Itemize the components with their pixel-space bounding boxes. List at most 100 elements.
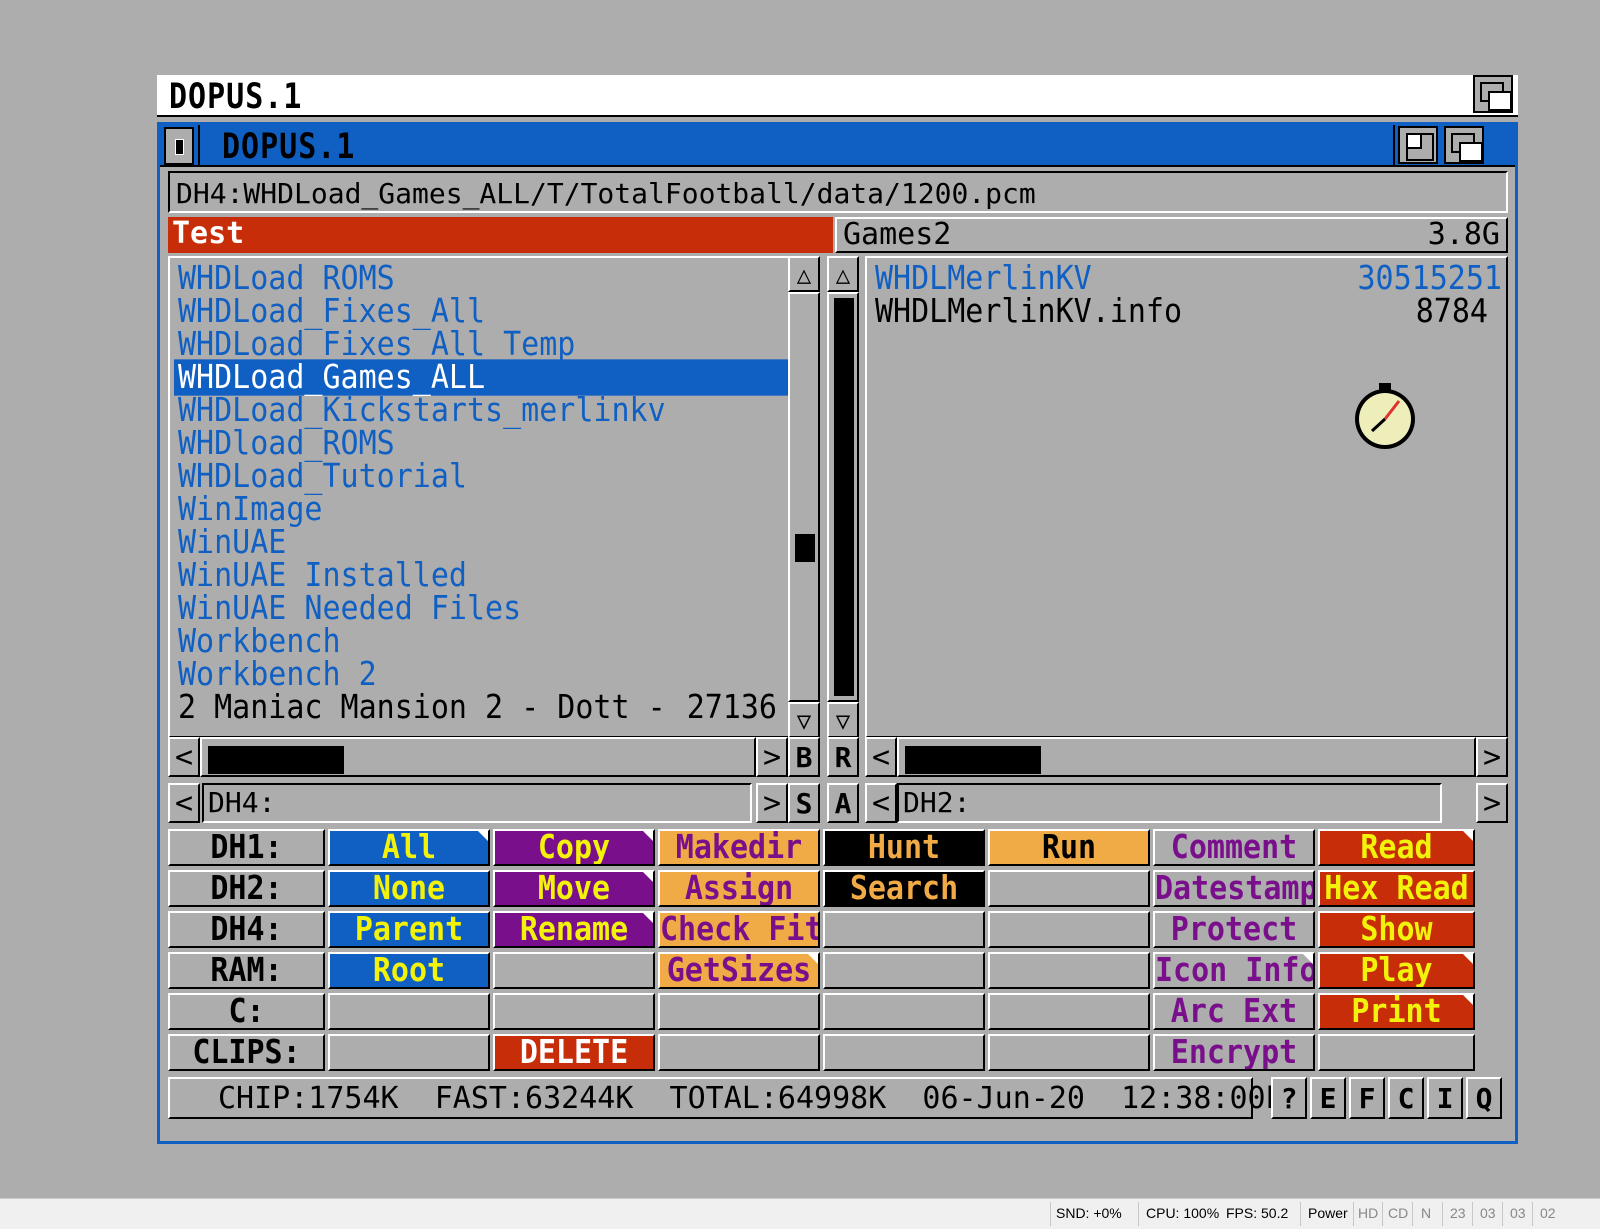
left-vscroll[interactable]: △ ▽ bbox=[788, 256, 820, 738]
zoom-icon[interactable] bbox=[1398, 126, 1438, 164]
reset-button[interactable]: R bbox=[827, 737, 859, 777]
copy-button[interactable]: Copy bbox=[493, 829, 655, 866]
left-hscroll-track[interactable] bbox=[200, 737, 756, 777]
run-button[interactable]: Run bbox=[988, 829, 1150, 866]
protect-button[interactable]: Protect bbox=[1153, 911, 1315, 948]
empty-button[interactable] bbox=[988, 870, 1150, 907]
left-hscroll-right-arrow-icon[interactable]: > bbox=[756, 737, 788, 777]
root-button[interactable]: Root bbox=[328, 952, 490, 989]
empty-button[interactable] bbox=[658, 1034, 820, 1071]
left-list-item[interactable]: WHDLoad_Games_ALL bbox=[174, 359, 791, 396]
left-list-item[interactable]: WinImage bbox=[174, 491, 791, 527]
status-button-c[interactable]: C bbox=[1388, 1077, 1424, 1119]
hunt-button[interactable]: Hunt bbox=[823, 829, 985, 866]
delete-button[interactable]: DELETE bbox=[493, 1034, 655, 1071]
clips-button[interactable]: CLIPS: bbox=[168, 1034, 325, 1071]
right-device-prev-icon[interactable]: < bbox=[865, 783, 897, 823]
left-list-item[interactable]: WinUAE Needed Files bbox=[174, 590, 791, 626]
dh4-button[interactable]: DH4: bbox=[168, 911, 325, 948]
hex-read-button[interactable]: Hex Read bbox=[1318, 870, 1475, 907]
status-button-f[interactable]: F bbox=[1349, 1077, 1385, 1119]
empty-button[interactable] bbox=[823, 911, 985, 948]
right-scroll-knob[interactable] bbox=[834, 298, 854, 696]
check-fit-button[interactable]: Check Fit bbox=[658, 911, 820, 948]
left-list-item[interactable]: WHDLoad ROMS bbox=[174, 260, 791, 296]
parent-button[interactable]: Parent bbox=[328, 911, 490, 948]
down-arrow-icon[interactable]: ▽ bbox=[827, 702, 859, 738]
right-device-next-icon[interactable]: > bbox=[1476, 783, 1508, 823]
right-hscroll-left-arrow-icon[interactable]: < bbox=[865, 737, 897, 777]
left-list-item[interactable]: WHDLoad_Fixes_All bbox=[174, 293, 791, 329]
dh2-button[interactable]: DH2: bbox=[168, 870, 325, 907]
left-list-item[interactable]: Workbench bbox=[174, 623, 791, 659]
close-icon[interactable] bbox=[164, 127, 194, 165]
none-button[interactable]: None bbox=[328, 870, 490, 907]
empty-button[interactable] bbox=[493, 993, 655, 1030]
encrypt-button[interactable]: Encrypt bbox=[1153, 1034, 1315, 1071]
status-button-q[interactable]: Q bbox=[1466, 1077, 1502, 1119]
empty-button[interactable] bbox=[658, 993, 820, 1030]
left-device-next-icon[interactable]: > bbox=[756, 783, 788, 823]
window-title-bar[interactable]: DOPUS.1 bbox=[160, 125, 1515, 167]
empty-button[interactable] bbox=[823, 1034, 985, 1071]
left-file-list[interactable]: WHDLoad ROMS WHDLoad_Fixes_All WHDLoad_Fix… bbox=[168, 256, 797, 738]
up-arrow-icon[interactable]: △ bbox=[788, 256, 820, 292]
empty-button[interactable] bbox=[328, 1034, 490, 1071]
c-button[interactable]: C: bbox=[168, 993, 325, 1030]
left-list-item[interactable]: WinUAE bbox=[174, 524, 791, 560]
empty-button[interactable] bbox=[988, 1034, 1150, 1071]
move-button[interactable]: Move bbox=[493, 870, 655, 907]
left-list-item[interactable]: WHDLoad_Fixes_All_Temp bbox=[174, 326, 791, 362]
right-scroll-track[interactable] bbox=[827, 292, 859, 702]
rename-button[interactable]: Rename bbox=[493, 911, 655, 948]
empty-button[interactable] bbox=[988, 952, 1150, 989]
right-hscroll-right-arrow-icon[interactable]: > bbox=[1476, 737, 1508, 777]
right-list-item[interactable]: WHDLMerlinKV.info 8784 bbox=[871, 293, 1502, 329]
empty-button[interactable] bbox=[988, 911, 1150, 948]
right-file-list[interactable]: WHDLMerlinKV 30515251 WHDLMerlinKV.info 878… bbox=[865, 256, 1508, 738]
screen-depth-icon[interactable] bbox=[1473, 75, 1513, 113]
print-button[interactable]: Print bbox=[1318, 993, 1475, 1030]
search-button[interactable]: Search bbox=[823, 870, 985, 907]
show-button[interactable]: Show bbox=[1318, 911, 1475, 948]
up-arrow-icon[interactable]: △ bbox=[827, 256, 859, 292]
all-button[interactable]: A bbox=[827, 783, 859, 823]
right-panel-header[interactable]: Games2 3.8G bbox=[835, 217, 1508, 253]
makedir-button[interactable]: Makedir bbox=[658, 829, 820, 866]
left-device-field[interactable]: DH4: bbox=[202, 783, 752, 823]
status-button-e[interactable]: E bbox=[1310, 1077, 1346, 1119]
left-list-item[interactable]: 2 Maniac Mansion 2 - Dott - 27136 bbox=[174, 689, 791, 725]
left-list-item[interactable]: WHDLoad_Tutorial bbox=[174, 458, 791, 494]
empty-button[interactable] bbox=[493, 952, 655, 989]
left-hscroll-left-arrow-icon[interactable]: < bbox=[168, 737, 200, 777]
read-button[interactable]: Read bbox=[1318, 829, 1475, 866]
left-list-item[interactable]: Workbench 2 bbox=[174, 656, 791, 692]
select-button[interactable]: S bbox=[788, 783, 820, 823]
status-button-i[interactable]: I bbox=[1427, 1077, 1463, 1119]
datestamp-button[interactable]: Datestamp bbox=[1153, 870, 1315, 907]
empty-button[interactable] bbox=[328, 993, 490, 1030]
right-hscroll-track[interactable] bbox=[897, 737, 1476, 777]
left-scroll-knob[interactable] bbox=[795, 534, 815, 562]
play-button[interactable]: Play bbox=[1318, 952, 1475, 989]
buffer-list-button[interactable]: B bbox=[788, 737, 820, 777]
assign-button[interactable]: Assign bbox=[658, 870, 820, 907]
empty-button[interactable] bbox=[988, 993, 1150, 1030]
ram-button[interactable]: RAM: bbox=[168, 952, 325, 989]
comment-button[interactable]: Comment bbox=[1153, 829, 1315, 866]
left-list-item[interactable]: WHDload_ROMS bbox=[174, 425, 791, 461]
left-hscroll-knob[interactable] bbox=[208, 746, 344, 774]
icon-info-button[interactable]: Icon Info bbox=[1153, 952, 1315, 989]
arc-ext-button[interactable]: Arc Ext bbox=[1153, 993, 1315, 1030]
dh1-button[interactable]: DH1: bbox=[168, 829, 325, 866]
empty-button[interactable] bbox=[1318, 1034, 1475, 1071]
getsizes-button[interactable]: GetSizes bbox=[658, 952, 820, 989]
left-list-item[interactable]: WinUAE Installed bbox=[174, 557, 791, 593]
right-list-item[interactable]: WHDLMerlinKV 30515251 bbox=[871, 260, 1502, 296]
left-list-item[interactable]: WHDLoad_Kickstarts_merlinkv bbox=[174, 392, 791, 428]
left-panel-header[interactable]: Test bbox=[168, 217, 833, 253]
all-button[interactable]: All bbox=[328, 829, 490, 866]
right-vscroll[interactable]: △ ▽ bbox=[827, 256, 859, 738]
window-depth-icon[interactable] bbox=[1444, 126, 1484, 164]
right-device-field[interactable]: DH2: bbox=[897, 783, 1442, 823]
